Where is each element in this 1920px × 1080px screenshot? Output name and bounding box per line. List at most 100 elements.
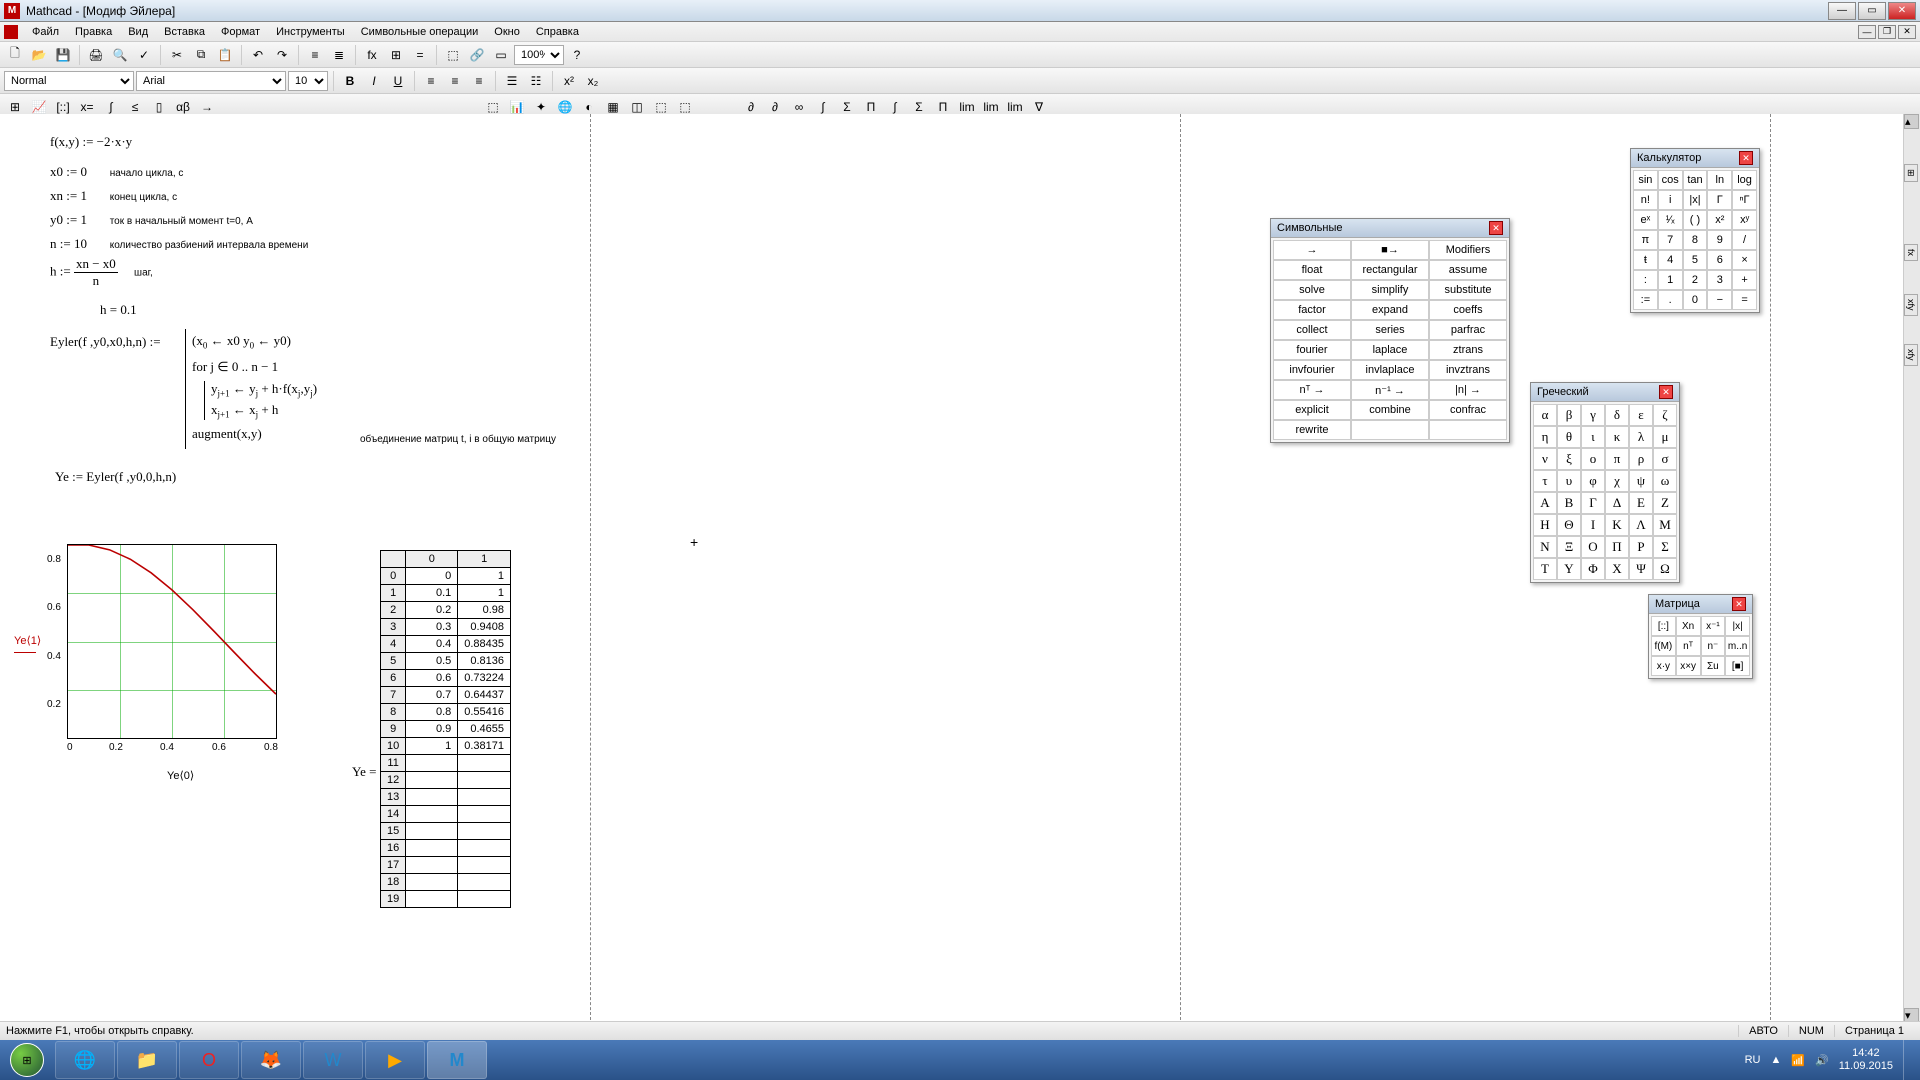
lang-indicator[interactable]: RU <box>1745 1054 1761 1066</box>
align2-icon[interactable]: ≣ <box>328 44 350 66</box>
palette-cell[interactable]: ο <box>1581 448 1605 470</box>
help-icon[interactable]: ? <box>566 44 588 66</box>
menu-файл[interactable]: Файл <box>24 24 67 40</box>
palette-cell[interactable]: ψ <box>1629 470 1653 492</box>
palette-cell[interactable]: δ <box>1605 404 1629 426</box>
math-region[interactable]: y0 := 1 ток в начальный момент t=0, А <box>50 212 253 228</box>
tray-sound-icon[interactable]: 🔊 <box>1815 1054 1829 1067</box>
palette-cell[interactable]: Xn <box>1676 616 1701 636</box>
palette-cell[interactable]: fourier <box>1273 340 1351 360</box>
new-icon[interactable]: 🗋 <box>4 44 26 66</box>
palette-cell[interactable]: n⁻¹ → <box>1351 380 1429 400</box>
scroll-up-icon[interactable]: ▴ <box>1904 114 1919 129</box>
undo-icon[interactable]: ↶ <box>247 44 269 66</box>
palette-cell[interactable]: log <box>1732 170 1757 190</box>
table-row[interactable]: 20.20.98 <box>381 602 511 619</box>
palette-close-icon[interactable]: ✕ <box>1489 221 1503 235</box>
palette-cell[interactable]: 8 <box>1683 230 1708 250</box>
font-select[interactable]: Arial <box>136 71 286 91</box>
palette-cell[interactable] <box>1429 420 1507 440</box>
palette-cell[interactable]: ξ <box>1557 448 1581 470</box>
palette-cell[interactable]: ι <box>1581 426 1605 448</box>
calculator-palette[interactable]: Калькулятор✕ sincostanlnlogn!i|x|ΓⁿΓeˣ¹⁄… <box>1630 148 1760 313</box>
palette-cell[interactable]: Ι <box>1581 514 1605 536</box>
palette-cell[interactable]: ln <box>1707 170 1732 190</box>
palette-cell[interactable]: series <box>1351 320 1429 340</box>
palette-cell[interactable]: x·y <box>1651 656 1676 676</box>
comment-region[interactable]: объединение матриц t, i в общую матрицу <box>360 434 556 445</box>
palette-cell[interactable]: confrac <box>1429 400 1507 420</box>
firefox-taskbtn[interactable]: 🦊 <box>241 1041 301 1079</box>
palette-cell[interactable]: Χ <box>1605 558 1629 580</box>
system-tray[interactable]: RU ▲ 📶 🔊 14:4211.09.2015 <box>1737 1040 1920 1080</box>
result-table[interactable]: 01 00110.1120.20.9830.30.940840.40.88435… <box>380 550 511 908</box>
print-icon[interactable]: 🖨 <box>85 44 107 66</box>
palette-cell[interactable]: nᵀ → <box>1273 380 1351 400</box>
palette-cell[interactable]: coeffs <box>1429 300 1507 320</box>
palette-cell[interactable]: 3 <box>1707 270 1732 290</box>
menu-формат[interactable]: Формат <box>213 24 268 40</box>
math-region[interactable]: n := 10 количество разбиений интервала в… <box>50 236 308 252</box>
zoom-select[interactable]: 100% <box>514 45 564 65</box>
link-icon[interactable]: 🔗 <box>466 44 488 66</box>
palette-cell[interactable]: x⁻¹ <box>1701 616 1726 636</box>
palette-cell[interactable]: Κ <box>1605 514 1629 536</box>
table-row[interactable]: 15 <box>381 823 511 840</box>
palette-cell[interactable]: ζ <box>1653 404 1677 426</box>
size-select[interactable]: 10 <box>288 71 328 91</box>
palette-cell[interactable]: Ε <box>1629 492 1653 514</box>
palette-cell[interactable]: λ <box>1629 426 1653 448</box>
opera-taskbtn[interactable]: O <box>179 1041 239 1079</box>
palette-cell[interactable]: f(M) <box>1651 636 1676 656</box>
palette-cell[interactable]: − <box>1707 290 1732 310</box>
palette-cell[interactable]: sin <box>1633 170 1658 190</box>
table-row[interactable]: 40.40.88435 <box>381 636 511 653</box>
palette-cell[interactable]: ¹⁄ₓ <box>1658 210 1683 230</box>
component-icon[interactable]: ⬚ <box>442 44 464 66</box>
palette-cell[interactable]: factor <box>1273 300 1351 320</box>
palette-cell[interactable]: υ <box>1557 470 1581 492</box>
palette-cell[interactable]: Β <box>1557 492 1581 514</box>
maximize-button[interactable]: ▭ <box>1858 2 1886 20</box>
table-row[interactable]: 18 <box>381 874 511 891</box>
math-region[interactable]: f(x,y) := −2·x·y <box>50 134 132 150</box>
spellcheck-icon[interactable]: ✓ <box>133 44 155 66</box>
palette-cell[interactable]: Σu <box>1701 656 1726 676</box>
menu-правка[interactable]: Правка <box>67 24 120 40</box>
table-row[interactable]: 70.70.64437 <box>381 687 511 704</box>
table-row[interactable]: 90.90.4655 <box>381 721 511 738</box>
math-region[interactable]: Eyler(f ,y0,x0,h,n) := <box>50 334 161 350</box>
palette-cell[interactable]: tan <box>1683 170 1708 190</box>
palette-cell[interactable]: |n| → <box>1429 380 1507 400</box>
table-row[interactable]: 1010.38171 <box>381 738 511 755</box>
palette-cell[interactable]: Ψ <box>1629 558 1653 580</box>
palette-cell[interactable]: Υ <box>1557 558 1581 580</box>
style-select[interactable]: Normal <box>4 71 134 91</box>
palette-cell[interactable]: cos <box>1658 170 1683 190</box>
palette-cell[interactable]: Σ <box>1653 536 1677 558</box>
math-region[interactable]: Ye := Eyler(f ,y0,0,h,n) <box>55 469 176 485</box>
fx-icon[interactable]: fx <box>361 44 383 66</box>
palette-cell[interactable]: x×y <box>1676 656 1701 676</box>
explorer-taskbtn[interactable]: 📁 <box>117 1041 177 1079</box>
palette-cell[interactable]: ⁿΓ <box>1732 190 1757 210</box>
table-row[interactable]: 12 <box>381 772 511 789</box>
preview-icon[interactable]: 🔍 <box>109 44 131 66</box>
redo-icon[interactable]: ↷ <box>271 44 293 66</box>
math-region[interactable]: h = 0.1 <box>100 302 137 318</box>
ie-taskbtn[interactable]: 🌐 <box>55 1041 115 1079</box>
matrix-palette[interactable]: Матрица✕ [::]Xnx⁻¹|x|f(M)nᵀn⁻m..nx·yx×yΣ… <box>1648 594 1753 679</box>
palette-cell[interactable]: |x| <box>1683 190 1708 210</box>
palette-cell[interactable]: β <box>1557 404 1581 426</box>
palette-cell[interactable]: 0 <box>1683 290 1708 310</box>
save-icon[interactable]: 💾 <box>52 44 74 66</box>
palette-cell[interactable]: m..n <box>1725 636 1750 656</box>
copy-icon[interactable]: ⧉ <box>190 44 212 66</box>
palette-cell[interactable]: η <box>1533 426 1557 448</box>
palette-cell[interactable]: |x| <box>1725 616 1750 636</box>
palette-cell[interactable]: Μ <box>1653 514 1677 536</box>
tray-flag-icon[interactable]: ▲ <box>1770 1054 1781 1066</box>
palette-cell[interactable]: combine <box>1351 400 1429 420</box>
palette-cell[interactable]: 6 <box>1707 250 1732 270</box>
palette-cell[interactable]: α <box>1533 404 1557 426</box>
